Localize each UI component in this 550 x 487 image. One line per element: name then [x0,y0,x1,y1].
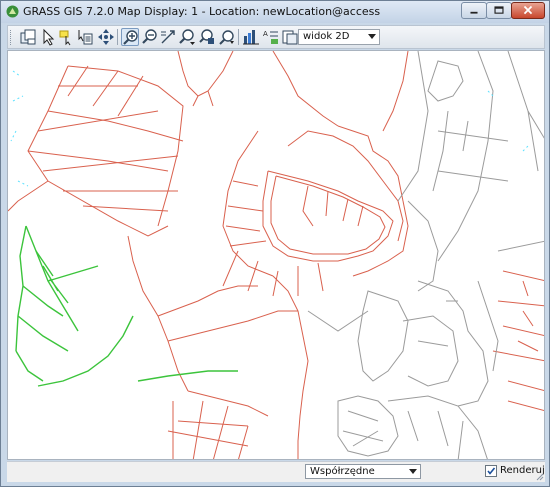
coordinates-label: Współrzędne [310,466,375,477]
minimize-icon [470,11,478,14]
pointer-button[interactable] [39,28,57,46]
decoration-icon [282,30,298,45]
status-bar: Współrzędne Renderuj [7,461,545,482]
query-icon [78,30,93,45]
zoom-in-button[interactable] [121,28,139,46]
zoom-out-icon [142,29,157,44]
legend-icon: A [263,30,278,44]
overlay-icon [243,30,259,45]
zoom-menu-icon [179,29,195,45]
overlay-button[interactable] [242,28,260,46]
maximize-icon [494,6,504,14]
road-lines [8,51,544,459]
query-button[interactable] [76,28,94,46]
cyan-points [10,70,529,187]
checkmark-icon [487,467,496,475]
toolbar-grip[interactable] [10,30,14,45]
zoom-in-icon [123,30,138,45]
chevron-down-icon [409,469,417,474]
pan-button[interactable] [97,28,115,46]
render-checkbox[interactable] [485,465,497,477]
analyze-button[interactable] [218,28,236,46]
add-layer-button[interactable] [19,28,37,46]
toolbar-separator [238,29,239,45]
maximize-button[interactable] [486,2,512,19]
decoration-button[interactable] [281,28,299,46]
grass-app-icon [6,5,19,18]
chevron-down-icon [368,34,376,39]
path-lines [307,51,544,459]
analyze-icon [219,30,234,45]
zoom-back-icon [161,30,175,44]
vector-map [8,51,544,459]
minimize-button[interactable] [461,2,487,19]
measure-button[interactable] [198,28,216,46]
add-layer-icon [20,29,36,45]
green-lines [15,225,238,387]
pointer-icon [43,28,55,46]
window-title: GRASS GIS 7.2.0 Map Display: 1 - Locatio… [23,5,381,18]
highlight-icon [59,30,71,46]
map-canvas[interactable] [7,50,545,460]
title-bar: GRASS GIS 7.2.0 Map Display: 1 - Locatio… [1,1,549,23]
highlight-button[interactable] [57,28,75,46]
resize-grip-icon[interactable] [534,471,544,481]
view-mode-value: widok 2D [303,31,350,42]
zoom-menu-button[interactable] [178,28,196,46]
coordinates-select[interactable]: Współrzędne [305,464,421,479]
close-button[interactable] [511,2,545,19]
measure-icon [199,29,214,44]
svg-text:A: A [263,30,268,38]
map-toolbar: A widok 2D [7,25,545,49]
zoom-out-button[interactable] [141,28,159,46]
zoom-back-button[interactable] [159,28,177,46]
view-mode-select[interactable]: widok 2D [298,29,380,45]
close-icon [523,5,533,15]
map-display-window: GRASS GIS 7.2.0 Map Display: 1 - Locatio… [0,0,550,487]
pan-icon [98,29,114,45]
toolbar-separator [117,29,118,45]
legend-button[interactable]: A [262,28,280,46]
